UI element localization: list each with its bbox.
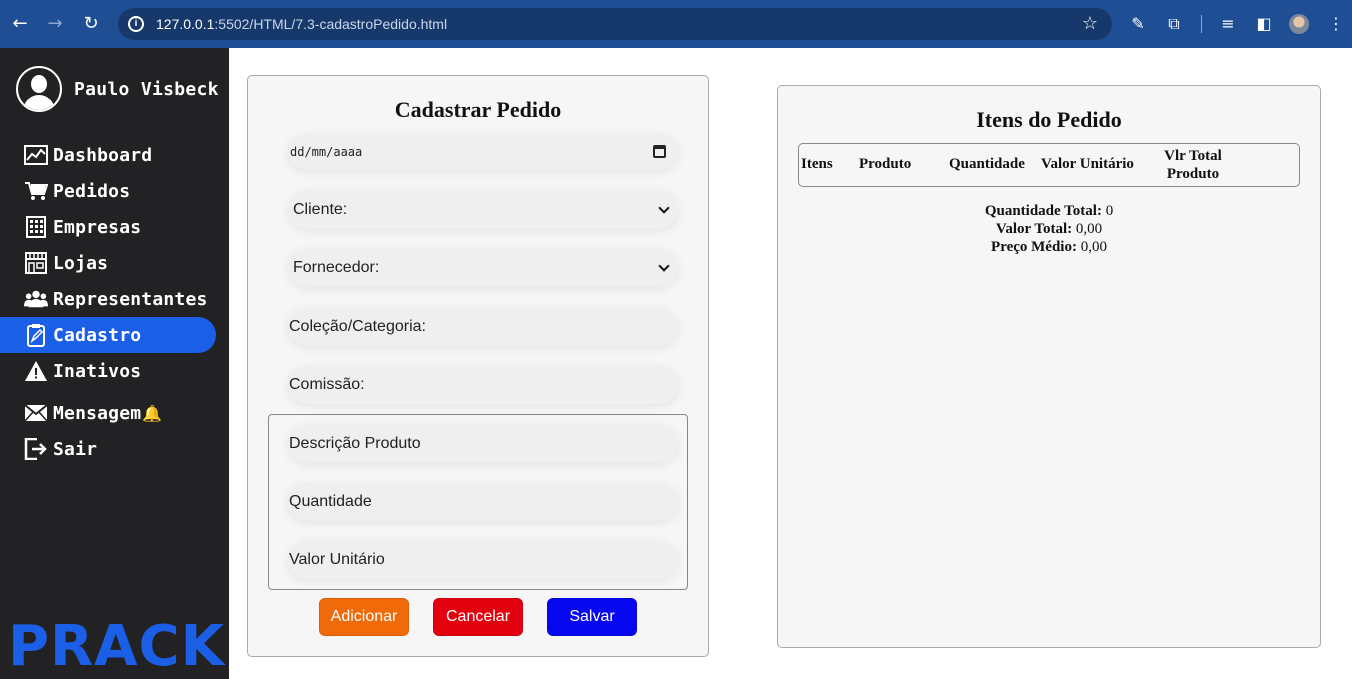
url-host: 127.0.0.1 [156, 16, 215, 32]
brand-logo: PRACK [8, 614, 225, 679]
form-title: Cadastrar Pedido [394, 97, 562, 122]
sidebar-item-label: Sair [53, 438, 98, 460]
clipboard-icon [24, 324, 48, 347]
users-icon [24, 288, 48, 310]
sidebar-item-mensagem[interactable]: Mensagem 🔔 [0, 395, 229, 431]
column-header-valor-unitario: Valor Unitário [1041, 156, 1134, 172]
chevron-down-icon [658, 202, 670, 214]
sidebar-item-label: Inativos [53, 360, 142, 382]
order-form: Cadastrar Pedido dd/mm/aaaa Cliente: For… [247, 75, 709, 657]
sidebar-item-pedidos[interactable]: Pedidos [0, 173, 229, 209]
toolbar-divider [1201, 15, 1202, 33]
average-price-label: Preço Médio: [991, 239, 1077, 255]
profile-avatar[interactable] [1289, 14, 1309, 34]
quantidade-input[interactable]: Quantidade [288, 483, 678, 521]
column-header-vlr-total-produto: Vlr Total Produto [1164, 148, 1222, 182]
extensions-puzzle-icon[interactable]: ⧉ [1163, 13, 1185, 35]
address-bar[interactable]: i 127.0.0.1:5502/HTML/7.3-cadastroPedido… [118, 8, 1112, 40]
user-name: Paulo Visbeck [74, 79, 219, 100]
user-avatar-icon [16, 66, 62, 112]
quantity-total: Quantidade Total: 0 [778, 202, 1320, 220]
order-items-panel: Itens do Pedido Itens Produto Quantidade… [777, 85, 1321, 648]
url-path: :5502/HTML/7.3-cadastroPedido.html [214, 16, 448, 32]
forward-arrow-icon[interactable]: → [44, 13, 66, 35]
reload-icon[interactable]: ↻ [80, 13, 102, 35]
sidebar-item-label: Representantes [53, 288, 208, 310]
colecao-input[interactable]: Coleção/Categoria: [288, 308, 678, 346]
browser-toolbar: ← → ↻ i 127.0.0.1:5502/HTML/7.3-cadastro… [0, 0, 1352, 48]
sidebar-item-sair[interactable]: Sair [0, 431, 229, 467]
sidebar-item-label: Lojas [53, 252, 109, 274]
valor-unitario-input[interactable]: Valor Unitário [288, 541, 678, 579]
side-panel-icon[interactable]: ◧ [1253, 13, 1275, 35]
bookmark-star-icon[interactable]: ☆ [1082, 13, 1098, 34]
url-text[interactable]: 127.0.0.1:5502/HTML/7.3-cadastroPedido.h… [156, 16, 447, 32]
sidebar-item-label: Dashboard [53, 144, 153, 166]
column-header-itens: Itens [801, 156, 833, 172]
fornecedor-select[interactable]: Fornecedor: [288, 249, 678, 287]
descricao-placeholder: Descrição Produto [289, 435, 421, 452]
items-summary: Quantidade Total: 0 Valor Total: 0,00 Pr… [778, 202, 1320, 256]
fornecedor-select-value: Fornecedor: [293, 259, 380, 276]
sidebar-item-empresas[interactable]: Empresas [0, 209, 229, 245]
building-icon [24, 216, 48, 238]
sidebar-item-label: Pedidos [53, 180, 131, 202]
descricao-produto-input[interactable]: Descrição Produto [288, 425, 678, 463]
warning-icon [24, 360, 48, 382]
eyedropper-icon[interactable]: ✎ [1127, 13, 1149, 35]
sidebar-item-label: Cadastro [53, 324, 142, 346]
cliente-select-value: Cliente: [293, 201, 348, 218]
chevron-down-icon [658, 260, 670, 272]
shopping-cart-icon [24, 180, 48, 202]
comissao-input[interactable]: Comissão: [288, 366, 678, 404]
back-arrow-icon[interactable]: ← [9, 13, 31, 35]
quantity-total-label: Quantidade Total: [984, 203, 1102, 219]
sidebar-item-label: Empresas [53, 216, 142, 238]
value-total: Valor Total: 0,00 [778, 220, 1320, 238]
valor-placeholder: Valor Unitário [289, 551, 385, 568]
items-table-header: Itens Produto Quantidade Valor Unitário … [798, 143, 1300, 187]
sidebar-item-dashboard[interactable]: Dashboard [0, 137, 229, 173]
comissao-placeholder: Comissão: [289, 376, 365, 393]
column-header-produto: Produto [859, 156, 912, 172]
sidebar-item-cadastro[interactable]: Cadastro [0, 317, 216, 353]
calendar-icon[interactable] [653, 145, 666, 158]
sign-out-icon [24, 438, 48, 460]
cliente-select[interactable]: Cliente: [288, 191, 678, 229]
envelope-icon [24, 402, 48, 424]
reading-list-icon[interactable]: ≡ [1217, 13, 1239, 35]
sidebar-item-inativos[interactable]: Inativos [0, 353, 229, 389]
store-icon [24, 252, 48, 274]
date-input[interactable]: dd/mm/aaaa [288, 134, 678, 170]
sidebar: Paulo Visbeck Dashboard Pedidos Empresas… [0, 48, 229, 679]
bell-icon: 🔔 [142, 403, 163, 423]
average-price: Preço Médio: 0,00 [778, 238, 1320, 256]
colecao-placeholder: Coleção/Categoria: [289, 318, 426, 335]
average-price-value: 0,00 [1080, 239, 1107, 255]
quantity-total-value: 0 [1105, 203, 1114, 219]
date-placeholder: dd/mm/aaaa [290, 145, 363, 159]
sidebar-item-lojas[interactable]: Lojas [0, 245, 229, 281]
site-info-icon[interactable]: i [128, 16, 144, 32]
sidebar-menu: Dashboard Pedidos Empresas Lojas Represe… [0, 137, 229, 467]
save-button[interactable]: Salvar [547, 598, 637, 636]
value-total-value: 0,00 [1075, 221, 1103, 237]
sidebar-item-label: Mensagem [53, 402, 142, 424]
column-header-quantidade: Quantidade [949, 156, 1025, 172]
items-title: Itens do Pedido [976, 107, 1122, 132]
add-button[interactable]: Adicionar [319, 598, 409, 636]
value-total-label: Valor Total: [995, 221, 1073, 237]
sidebar-item-representantes[interactable]: Representantes [0, 281, 229, 317]
quantidade-placeholder: Quantidade [289, 493, 372, 510]
kebab-menu-icon[interactable]: ⋮ [1325, 13, 1347, 35]
cancel-button[interactable]: Cancelar [433, 598, 523, 636]
chart-line-icon [24, 144, 48, 166]
